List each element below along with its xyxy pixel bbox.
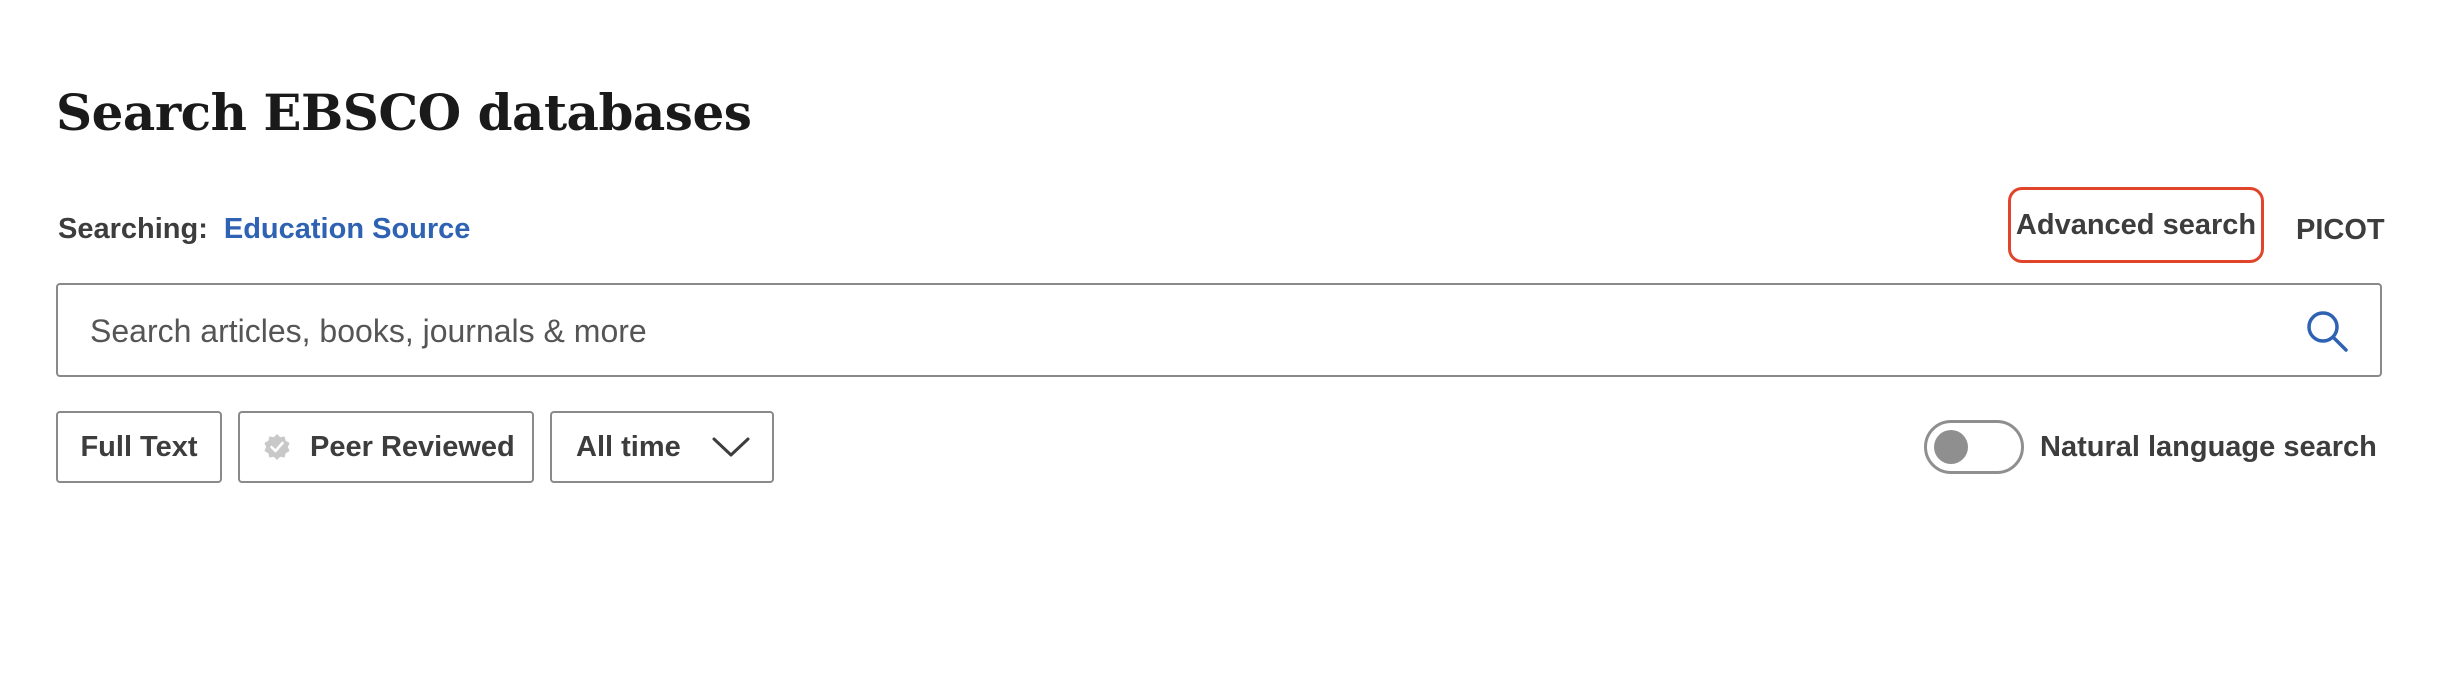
picot-link[interactable]: PICOT bbox=[2296, 208, 2385, 252]
toggle-knob bbox=[1934, 430, 1968, 464]
natural-language-label: Natural language search bbox=[2040, 430, 2377, 463]
verified-badge-icon bbox=[262, 432, 292, 462]
peer-reviewed-filter-button[interactable]: Peer Reviewed bbox=[238, 411, 534, 483]
search-icon[interactable] bbox=[2302, 306, 2352, 356]
natural-language-toggle[interactable] bbox=[1924, 420, 2024, 474]
chevron-down-icon bbox=[711, 435, 751, 459]
full-text-label: Full Text bbox=[80, 430, 198, 463]
scope-label: Searching: bbox=[58, 212, 208, 245]
full-text-filter-button[interactable]: Full Text bbox=[56, 411, 222, 483]
search-bar bbox=[56, 283, 2382, 377]
search-input[interactable] bbox=[88, 285, 2292, 377]
database-link[interactable]: Education Source bbox=[224, 213, 471, 246]
page-title: Search EBSCO databases bbox=[56, 83, 752, 142]
advanced-search-link[interactable]: Advanced search bbox=[2008, 187, 2264, 263]
natural-language-search: Natural language search bbox=[1924, 418, 2377, 476]
search-scope: Searching: Education Source bbox=[58, 206, 470, 252]
peer-reviewed-label: Peer Reviewed bbox=[310, 430, 515, 463]
date-range-dropdown[interactable]: All time bbox=[550, 411, 774, 483]
date-range-value: All time bbox=[576, 430, 681, 463]
filter-bar: Full Text Peer Reviewed All time bbox=[56, 411, 790, 483]
